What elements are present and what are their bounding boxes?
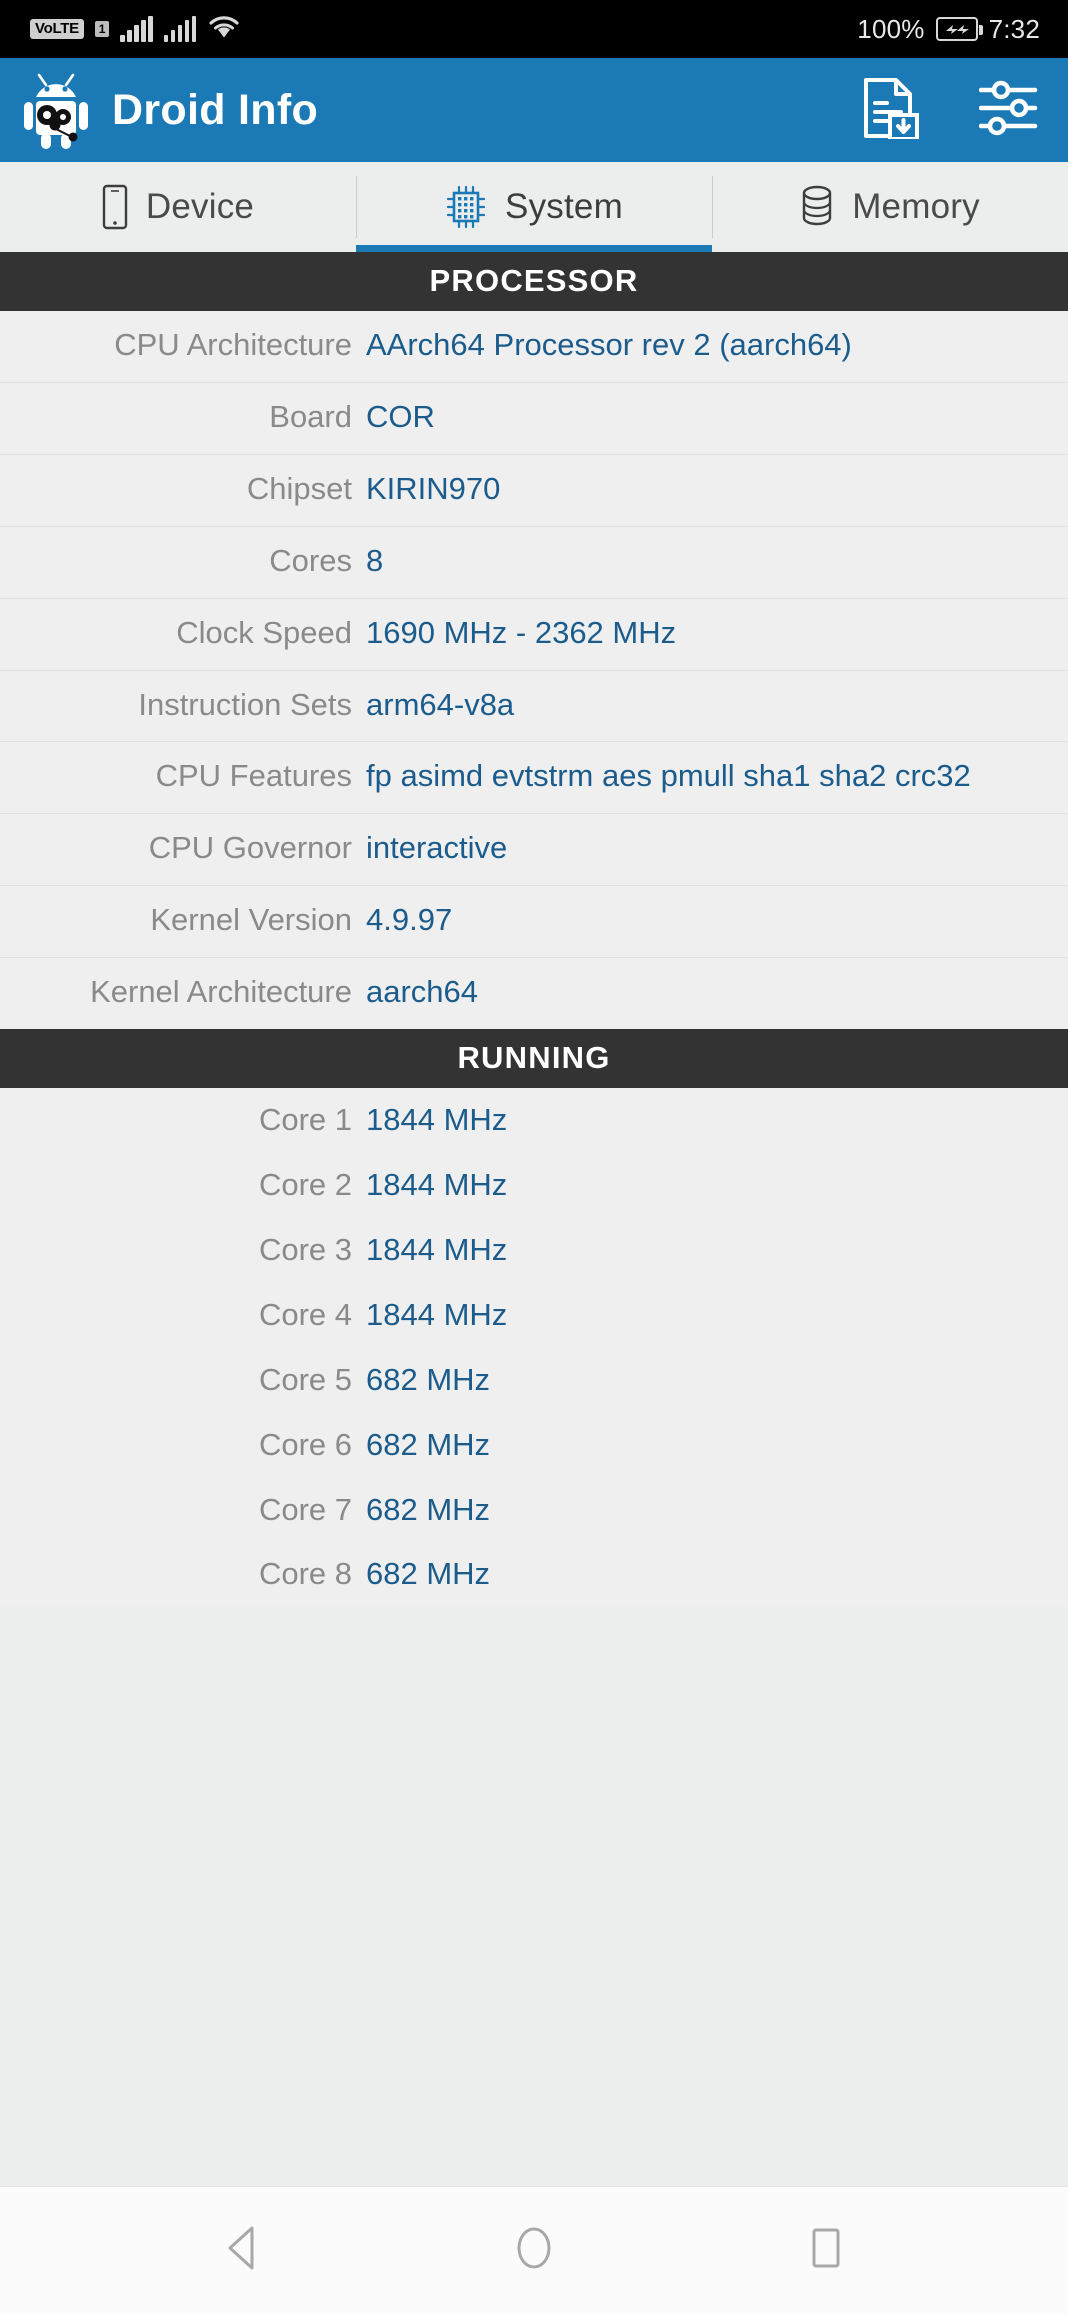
row-value: KIRIN970	[366, 470, 501, 506]
status-bar: VoLTE 1 100% 7:32	[0, 0, 1068, 58]
section-running-rows: Core 1 1844 MHz Core 2 1844 MHz Core 3 1…	[0, 1088, 1068, 1608]
app-root: VoLTE 1 100% 7:32 Droid Info Device Syst…	[0, 0, 1068, 2314]
table-row[interactable]: Kernel Version 4.9.97	[0, 886, 1068, 959]
section-processor-rows: CPU Architecture AArch64 Processor rev 2…	[0, 311, 1068, 1030]
row-label: CPU Architecture	[114, 327, 352, 362]
row-label: Core 8	[258, 1556, 352, 1592]
row-label: Core 7	[258, 1491, 352, 1527]
export-report-button[interactable]	[860, 77, 922, 144]
phone-icon	[102, 184, 128, 230]
signal-bars-icon	[120, 16, 153, 42]
wifi-icon	[207, 13, 241, 45]
table-row[interactable]: Core 5 682 MHz	[0, 1347, 1068, 1413]
recents-button[interactable]	[786, 2211, 866, 2291]
app-bar-actions	[860, 77, 1040, 144]
table-row[interactable]: Core 8 682 MHz	[0, 1542, 1068, 1608]
home-circle-icon	[512, 2223, 556, 2278]
row-value: 1690 MHz - 2362 MHz	[366, 614, 677, 650]
table-row[interactable]: Core 2 1844 MHz	[0, 1152, 1068, 1218]
row-value: 1844 MHz	[366, 1296, 508, 1332]
tab-system[interactable]: System	[356, 162, 712, 252]
table-row[interactable]: Chipset KIRIN970	[0, 454, 1068, 527]
status-bar-right: 100% 7:32	[857, 14, 1040, 45]
back-triangle-icon	[222, 2224, 262, 2277]
row-value: AArch64 Processor rev 2 (aarch64)	[366, 327, 852, 362]
row-label: Core 4	[258, 1296, 352, 1332]
table-row[interactable]: Core 6 682 MHz	[0, 1412, 1068, 1478]
tab-bar: Device System Memory	[0, 162, 1068, 252]
system-navigation-bar	[0, 2186, 1068, 2314]
battery-charging-icon	[935, 17, 983, 41]
back-button[interactable]	[202, 2211, 282, 2291]
row-value: 1844 MHz	[366, 1231, 508, 1267]
row-value: 682 MHz	[366, 1491, 491, 1527]
volte-icon: VoLTE	[30, 19, 84, 39]
battery-percent-label: 100%	[857, 13, 925, 44]
info-list: PROCESSOR CPU Architecture AArch64 Proce…	[0, 252, 1068, 2186]
section-header-processor: PROCESSOR	[0, 252, 1068, 311]
row-label: Core 2	[258, 1166, 352, 1202]
home-button[interactable]	[494, 2211, 574, 2291]
row-label: Core 3	[258, 1231, 352, 1267]
table-row[interactable]: CPU Features fp asimd evtstrm aes pmull …	[0, 742, 1068, 815]
tab-memory[interactable]: Memory	[712, 162, 1068, 252]
database-icon	[800, 184, 834, 230]
row-label: Chipset	[246, 470, 352, 506]
row-label: Instruction Sets	[138, 686, 352, 722]
row-value: 682 MHz	[366, 1556, 491, 1592]
tab-device[interactable]: Device	[0, 162, 356, 252]
row-value: 682 MHz	[366, 1426, 491, 1462]
cpu-chip-icon	[445, 184, 487, 230]
status-bar-left: VoLTE 1	[30, 13, 241, 45]
document-download-icon	[862, 77, 920, 144]
tab-system-label: System	[505, 187, 623, 226]
row-value: arm64-v8a	[366, 686, 515, 722]
sliders-icon	[978, 80, 1039, 141]
table-row[interactable]: Cores 8	[0, 526, 1068, 599]
row-value: 1844 MHz	[366, 1102, 508, 1138]
section-header-running: RUNNING	[0, 1029, 1068, 1089]
tab-memory-label: Memory	[852, 187, 980, 226]
app-bar: Droid Info	[0, 58, 1068, 162]
row-label: CPU Features	[155, 758, 352, 794]
row-value: 4.9.97	[366, 902, 453, 938]
table-row[interactable]: Instruction Sets arm64-v8a	[0, 670, 1068, 743]
table-row[interactable]: CPU Architecture AArch64 Processor rev 2…	[0, 311, 1068, 383]
table-row[interactable]: Kernel Architecture aarch64	[0, 958, 1068, 1030]
page-title: Droid Info	[112, 85, 319, 134]
signal-bars-icon	[163, 16, 197, 42]
row-label: Core 1	[258, 1102, 352, 1138]
tab-active-indicator	[356, 245, 712, 252]
clock-label: 7:32	[988, 13, 1040, 44]
row-value: 682 MHz	[366, 1361, 491, 1397]
table-row[interactable]: Core 7 682 MHz	[0, 1477, 1068, 1543]
settings-button[interactable]	[978, 79, 1040, 141]
row-value: aarch64	[366, 974, 479, 1010]
sim-indicator-icon: 1	[94, 21, 110, 37]
droid-info-logo	[22, 71, 94, 149]
row-label: Clock Speed	[176, 614, 352, 650]
row-value: interactive	[366, 830, 508, 866]
row-label: Kernel Version	[150, 902, 352, 938]
table-row[interactable]: CPU Governor interactive	[0, 814, 1068, 887]
recents-square-icon	[806, 2224, 846, 2277]
row-label: CPU Governor	[148, 830, 352, 866]
row-value: COR	[366, 398, 435, 434]
row-label: Core 5	[258, 1361, 352, 1397]
row-value: 8	[366, 542, 384, 578]
row-label: Cores	[269, 542, 352, 578]
table-row[interactable]: Board COR	[0, 382, 1068, 455]
row-label: Core 6	[258, 1426, 352, 1462]
row-label: Board	[269, 398, 352, 434]
row-label: Kernel Architecture	[90, 974, 352, 1010]
tab-device-label: Device	[145, 187, 255, 226]
table-row[interactable]: Core 4 1844 MHz	[0, 1282, 1068, 1348]
row-value: fp asimd evtstrm aes pmull sha1 sha2 crc…	[366, 758, 971, 794]
table-row[interactable]: Core 3 1844 MHz	[0, 1217, 1068, 1283]
table-row[interactable]: Core 1 1844 MHz	[0, 1088, 1068, 1153]
row-value: 1844 MHz	[366, 1166, 508, 1202]
table-row[interactable]: Clock Speed 1690 MHz - 2362 MHz	[0, 598, 1068, 671]
